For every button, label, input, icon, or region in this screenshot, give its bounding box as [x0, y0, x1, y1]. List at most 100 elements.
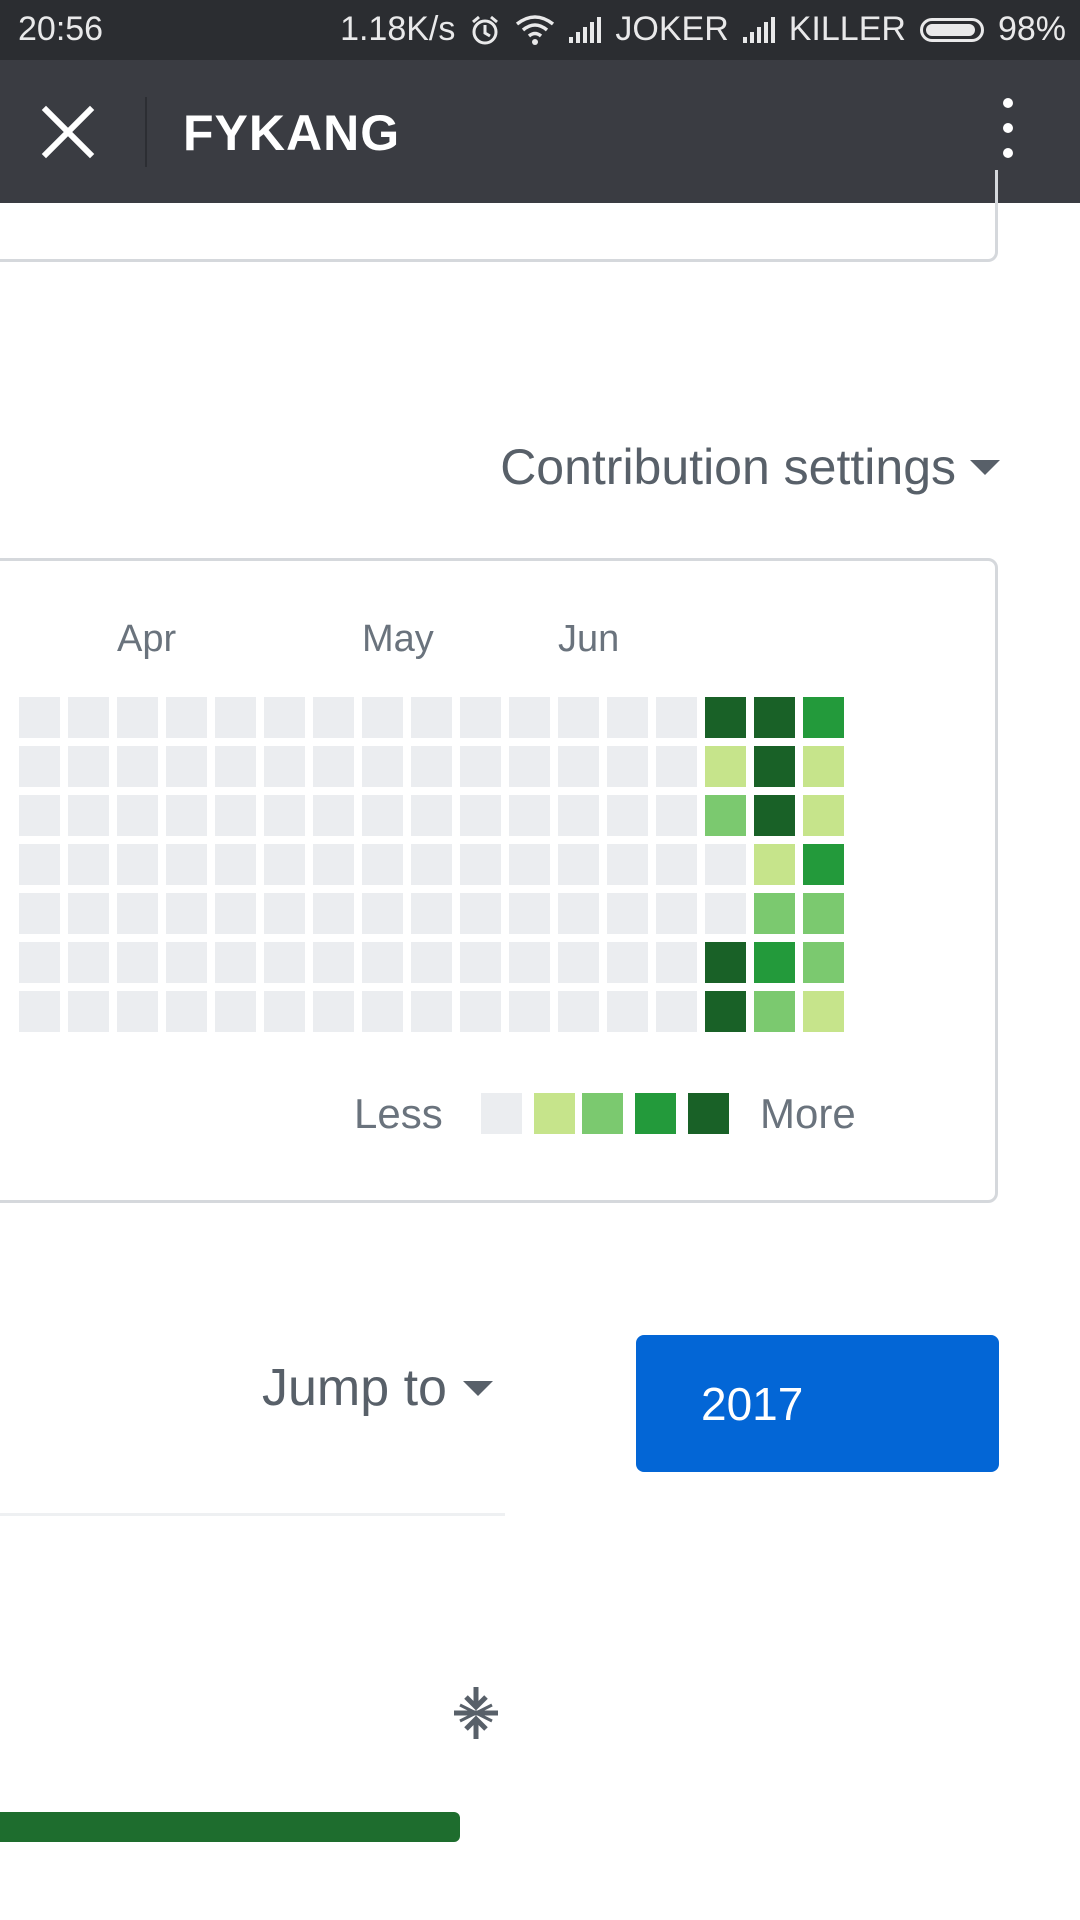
contribution-day-cell[interactable] — [705, 893, 746, 934]
contribution-day-cell[interactable] — [264, 746, 305, 787]
contribution-day-cell[interactable] — [803, 795, 844, 836]
contribution-day-cell[interactable] — [215, 991, 256, 1032]
contribution-day-cell[interactable] — [607, 893, 648, 934]
contribution-day-cell[interactable] — [558, 697, 599, 738]
contribution-day-cell[interactable] — [411, 844, 452, 885]
contribution-day-cell[interactable] — [264, 844, 305, 885]
contribution-day-cell[interactable] — [19, 893, 60, 934]
contribution-day-cell[interactable] — [117, 991, 158, 1032]
contribution-day-cell[interactable] — [754, 746, 795, 787]
contribution-day-cell[interactable] — [607, 795, 648, 836]
contribution-day-cell[interactable] — [607, 844, 648, 885]
contribution-day-cell[interactable] — [411, 746, 452, 787]
contribution-day-cell[interactable] — [19, 942, 60, 983]
contribution-day-cell[interactable] — [215, 942, 256, 983]
contribution-day-cell[interactable] — [656, 844, 697, 885]
contribution-day-cell[interactable] — [411, 795, 452, 836]
contribution-day-cell[interactable] — [215, 795, 256, 836]
more-vert-icon[interactable] — [995, 98, 1021, 164]
contribution-day-cell[interactable] — [460, 795, 501, 836]
contribution-day-cell[interactable] — [754, 942, 795, 983]
contribution-day-cell[interactable] — [509, 942, 550, 983]
contribution-day-cell[interactable] — [411, 697, 452, 738]
contribution-day-cell[interactable] — [19, 746, 60, 787]
year-button-2017[interactable]: 2017 — [636, 1335, 999, 1472]
contribution-day-cell[interactable] — [656, 942, 697, 983]
contribution-day-cell[interactable] — [264, 991, 305, 1032]
contribution-day-cell[interactable] — [705, 746, 746, 787]
contribution-day-cell[interactable] — [754, 844, 795, 885]
contribution-day-cell[interactable] — [460, 893, 501, 934]
contribution-day-cell[interactable] — [362, 893, 403, 934]
contribution-day-cell[interactable] — [705, 795, 746, 836]
contribution-day-cell[interactable] — [656, 795, 697, 836]
contribution-day-cell[interactable] — [509, 697, 550, 738]
contribution-day-cell[interactable] — [68, 942, 109, 983]
contribution-day-cell[interactable] — [656, 746, 697, 787]
contribution-day-cell[interactable] — [215, 893, 256, 934]
contribution-day-cell[interactable] — [215, 844, 256, 885]
contribution-day-cell[interactable] — [68, 844, 109, 885]
contribution-day-cell[interactable] — [362, 991, 403, 1032]
contribution-day-cell[interactable] — [215, 746, 256, 787]
contribution-day-cell[interactable] — [705, 942, 746, 983]
contribution-day-cell[interactable] — [264, 795, 305, 836]
close-icon[interactable] — [40, 104, 96, 160]
contribution-day-cell[interactable] — [558, 942, 599, 983]
contribution-day-cell[interactable] — [117, 697, 158, 738]
contribution-day-cell[interactable] — [362, 746, 403, 787]
contribution-day-cell[interactable] — [19, 697, 60, 738]
contribution-day-cell[interactable] — [68, 991, 109, 1032]
contribution-day-cell[interactable] — [313, 795, 354, 836]
contribution-day-cell[interactable] — [460, 844, 501, 885]
contribution-settings-dropdown[interactable]: Contribution settings — [500, 438, 1000, 496]
contribution-day-cell[interactable] — [509, 746, 550, 787]
contribution-day-cell[interactable] — [166, 942, 207, 983]
contribution-day-cell[interactable] — [803, 844, 844, 885]
contribution-day-cell[interactable] — [460, 942, 501, 983]
contribution-day-cell[interactable] — [656, 697, 697, 738]
contribution-day-cell[interactable] — [68, 697, 109, 738]
contribution-day-cell[interactable] — [558, 746, 599, 787]
contribution-day-cell[interactable] — [705, 991, 746, 1032]
contribution-day-cell[interactable] — [607, 746, 648, 787]
contribution-day-cell[interactable] — [460, 746, 501, 787]
contribution-day-cell[interactable] — [117, 942, 158, 983]
collapse-icon[interactable] — [446, 1683, 506, 1743]
contribution-day-cell[interactable] — [509, 893, 550, 934]
contribution-day-cell[interactable] — [656, 893, 697, 934]
contribution-day-cell[interactable] — [411, 942, 452, 983]
contribution-day-cell[interactable] — [313, 697, 354, 738]
contribution-day-cell[interactable] — [313, 942, 354, 983]
contribution-day-cell[interactable] — [313, 844, 354, 885]
contribution-day-cell[interactable] — [705, 844, 746, 885]
contribution-day-cell[interactable] — [803, 893, 844, 934]
contribution-day-cell[interactable] — [705, 697, 746, 738]
contribution-day-cell[interactable] — [607, 942, 648, 983]
contribution-day-cell[interactable] — [117, 893, 158, 934]
contribution-day-cell[interactable] — [264, 697, 305, 738]
contribution-day-cell[interactable] — [166, 697, 207, 738]
contribution-day-cell[interactable] — [117, 844, 158, 885]
contribution-day-cell[interactable] — [803, 746, 844, 787]
contribution-day-cell[interactable] — [803, 697, 844, 738]
contribution-day-cell[interactable] — [803, 942, 844, 983]
contribution-day-cell[interactable] — [166, 893, 207, 934]
contribution-day-cell[interactable] — [803, 991, 844, 1032]
contribution-day-cell[interactable] — [215, 697, 256, 738]
contribution-day-cell[interactable] — [166, 844, 207, 885]
contribution-day-cell[interactable] — [754, 893, 795, 934]
contribution-day-cell[interactable] — [558, 991, 599, 1032]
contribution-day-cell[interactable] — [68, 746, 109, 787]
contribution-day-cell[interactable] — [68, 795, 109, 836]
contribution-day-cell[interactable] — [460, 991, 501, 1032]
contribution-day-cell[interactable] — [166, 746, 207, 787]
contribution-day-cell[interactable] — [362, 795, 403, 836]
contribution-day-cell[interactable] — [509, 844, 550, 885]
contribution-day-cell[interactable] — [460, 697, 501, 738]
contribution-day-cell[interactable] — [411, 893, 452, 934]
contribution-day-cell[interactable] — [754, 697, 795, 738]
contribution-day-cell[interactable] — [313, 893, 354, 934]
jump-to-dropdown[interactable]: Jump to — [262, 1358, 493, 1418]
contribution-day-cell[interactable] — [313, 746, 354, 787]
